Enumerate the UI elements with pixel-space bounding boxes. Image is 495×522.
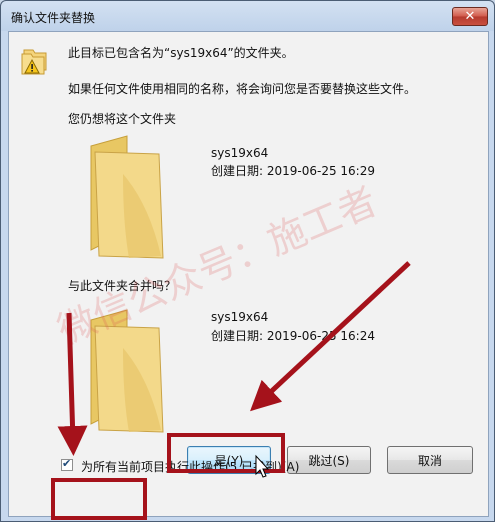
message-line-3: 您仍想将这个文件夹: [68, 112, 177, 126]
apply-to-all-checkbox[interactable]: ✔: [61, 457, 73, 471]
target-folder-icon[interactable]: [89, 308, 169, 434]
skip-button[interactable]: 跳过(S): [287, 446, 371, 474]
yes-button-highlight: [167, 433, 285, 473]
merge-prompt: 与此文件夹合并吗？: [68, 279, 177, 293]
title-bar[interactable]: 确认文件夹替换 ✕: [1, 1, 494, 31]
folder-warning-icon: [21, 49, 47, 75]
close-icon: ✕: [464, 9, 476, 24]
close-button[interactable]: ✕: [452, 7, 488, 26]
target-folder-name[interactable]: sys19x64: [211, 310, 268, 324]
dialog-window: 确认文件夹替换 ✕ 此目标已包含名为“sys19x64”的文件夹。 如果任何文件…: [0, 0, 495, 522]
source-folder-name[interactable]: sys19x64: [211, 146, 268, 160]
target-folder-created: 创建日期: 2019-06-25 16:24: [211, 329, 375, 343]
source-folder-created: 创建日期: 2019-06-25 16:29: [211, 164, 375, 178]
checkmark-icon: ✔: [62, 457, 72, 470]
window-title: 确认文件夹替换: [11, 11, 96, 25]
message-line-2: 如果任何文件使用相同的名称，将会询问您是否要替换这些文件。: [68, 82, 417, 96]
cancel-button[interactable]: 取消: [387, 446, 473, 474]
checkbox-highlight: [51, 478, 147, 520]
source-folder-icon[interactable]: [89, 134, 169, 260]
message-line-1: 此目标已包含名为“sys19x64”的文件夹。: [68, 46, 294, 60]
